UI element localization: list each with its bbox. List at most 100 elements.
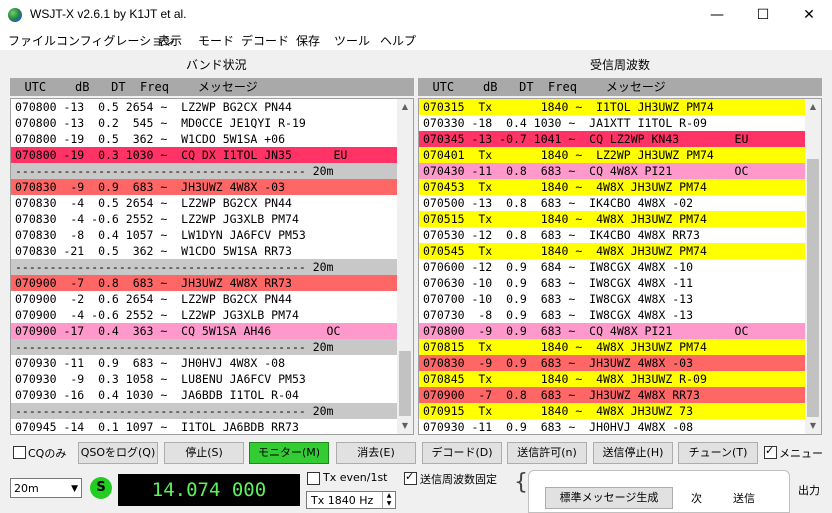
- title-bar: WSJT-X v2.6.1 by K1JT et al. — ☐ ✕: [0, 0, 832, 30]
- minimize-button[interactable]: —: [694, 0, 740, 30]
- generate-std-msgs-button[interactable]: 標準メッセージ生成: [545, 487, 673, 509]
- tx-messages-tab: 標準メッセージ生成 次 送信: [528, 470, 790, 513]
- decode-row[interactable]: 070800 -13 0.2 545 ~ MD0CCE JE1QYI R-19: [11, 115, 397, 131]
- hold-tx-freq-checkbox[interactable]: [404, 470, 417, 485]
- decode-row[interactable]: 070830 -4 0.5 2654 ~ LZ2WP BG2CX PN44: [11, 195, 397, 211]
- decode-row[interactable]: 070430 -11 0.8 683 ~ CQ 4W8X PI21 OC: [419, 163, 805, 179]
- scroll-thumb[interactable]: [399, 351, 411, 416]
- band-activity-list[interactable]: 070800 -13 0.5 2654 ~ LZ2WP BG2CX PN44 07…: [10, 98, 414, 435]
- maximize-button[interactable]: ☐: [740, 0, 786, 30]
- tx-frequency-value: Tx 1840 Hz: [311, 494, 374, 507]
- enable-tx-button[interactable]: 送信許可(n): [507, 442, 587, 464]
- menus-label: メニュー: [779, 447, 823, 460]
- decode-row[interactable]: 070900 -7 0.8 683 ~ JH3UWZ 4W8X RR73: [11, 275, 397, 291]
- decode-row[interactable]: 070630 -10 0.9 683 ~ IW8CGX 4W8X -11: [419, 275, 805, 291]
- decode-row[interactable]: 070730 -8 0.9 683 ~ IW8CGX 4W8X -13: [419, 307, 805, 323]
- band-select[interactable]: 20m ▼: [10, 478, 82, 498]
- hold-tx-freq-label: 送信周波数固定: [420, 473, 497, 486]
- decode-row[interactable]: 070930 -9 0.3 1058 ~ LU8ENU JA6FCV PM53: [11, 371, 397, 387]
- band-separator-row[interactable]: ----------------------------------------…: [11, 403, 397, 419]
- decode-row[interactable]: 070930 -11 0.9 683 ~ JH0HVJ 4W8X -08: [419, 419, 805, 434]
- next-column-label: 次: [691, 492, 702, 505]
- decode-row[interactable]: 070800 -9 0.9 683 ~ CQ 4W8X PI21 OC: [419, 323, 805, 339]
- scroll-down-icon[interactable]: ▼: [397, 418, 413, 434]
- cq-only-label: CQのみ: [28, 447, 67, 460]
- band-activity-title: バンド状況: [186, 58, 247, 72]
- decode-row[interactable]: 070945 -14 0.1 1097 ~ I1TOL JA6BDB RR73: [11, 419, 397, 434]
- decode-row[interactable]: 070830 -21 0.5 362 ~ W1CDO 5W1SA RR73: [11, 243, 397, 259]
- decode-row[interactable]: 070600 -12 0.9 684 ~ IW8CGX 4W8X -10: [419, 259, 805, 275]
- app-logo-icon: [8, 8, 22, 22]
- menu-decode[interactable]: デコード: [241, 32, 289, 49]
- cq-only-checkbox[interactable]: [13, 446, 26, 459]
- decode-row[interactable]: 070830 -9 0.9 683 ~ JH3UWZ 4W8X -03: [419, 355, 805, 371]
- spin-down-icon[interactable]: ▼: [382, 500, 395, 508]
- band-separator-row[interactable]: ----------------------------------------…: [11, 163, 397, 179]
- decode-row[interactable]: 070530 -12 0.8 683 ~ IK4CBO 4W8X RR73: [419, 227, 805, 243]
- scroll-thumb[interactable]: [807, 159, 819, 417]
- dial-frequency-display: 14.074 000: [118, 474, 300, 506]
- menu-save[interactable]: 保存: [296, 32, 320, 49]
- decode-row[interactable]: 070800 -19 0.3 1030 ~ CQ DX I1TOL JN35 E…: [11, 147, 397, 163]
- decode-row[interactable]: 070315 Tx 1840 ~ I1TOL JH3UWZ PM74: [419, 99, 805, 115]
- tx-even-checkbox[interactable]: [307, 472, 320, 485]
- decode-row[interactable]: 070815 Tx 1840 ~ 4W8X JH3UWZ PM74: [419, 339, 805, 355]
- decode-row[interactable]: 070345 -13 -0.7 1041 ~ CQ LZ2WP KN43 EU: [419, 131, 805, 147]
- rx-frequency-header: UTC dB DT Freq メッセージ: [418, 78, 822, 96]
- tx-even-label: Tx even/1st: [323, 471, 388, 484]
- band-activity-header: UTC dB DT Freq メッセージ: [10, 78, 414, 96]
- decode-row[interactable]: 070545 Tx 1840 ~ 4W8X JH3UWZ PM74: [419, 243, 805, 259]
- rx-frequency-scrollbar[interactable]: ▲ ▼: [805, 99, 821, 434]
- menu-mode[interactable]: モード: [198, 32, 234, 49]
- decode-row[interactable]: 070915 Tx 1840 ~ 4W8X JH3UWZ 73: [419, 403, 805, 419]
- brace-decoration: {: [514, 470, 528, 495]
- tune-button[interactable]: チューン(T): [678, 442, 758, 464]
- menu-help[interactable]: ヘルプ: [380, 32, 416, 49]
- decode-row[interactable]: 070930 -11 0.9 683 ~ JH0HVJ 4W8X -08: [11, 355, 397, 371]
- menus-checkbox[interactable]: [764, 444, 777, 459]
- decode-button[interactable]: デコード(D): [422, 442, 502, 464]
- scroll-up-icon[interactable]: ▲: [805, 99, 821, 115]
- menu-bar: ファイル コンフィグレーション 表示 モード デコード 保存 ツール ヘルプ: [0, 30, 832, 50]
- stop-button[interactable]: 停止(S): [164, 442, 244, 464]
- band-separator-row[interactable]: ----------------------------------------…: [11, 259, 397, 275]
- decode-row[interactable]: 070800 -13 0.5 2654 ~ LZ2WP BG2CX PN44: [11, 99, 397, 115]
- log-qso-button[interactable]: QSOをログ(Q): [78, 442, 158, 464]
- decode-row[interactable]: 070845 Tx 1840 ~ 4W8X JH3UWZ R-09: [419, 371, 805, 387]
- decode-row[interactable]: 070900 -4 -0.6 2552 ~ LZ2WP JG3XLB PM74: [11, 307, 397, 323]
- decode-row[interactable]: 070830 -9 0.9 683 ~ JH3UWZ 4W8X -03: [11, 179, 397, 195]
- band-activity-scrollbar[interactable]: ▲ ▼: [397, 99, 413, 434]
- menu-file[interactable]: ファイル: [8, 32, 56, 49]
- decode-row[interactable]: 070830 -4 -0.6 2552 ~ LZ2WP JG3XLB PM74: [11, 211, 397, 227]
- send-column-label: 送信: [733, 492, 755, 505]
- halt-tx-button[interactable]: 送信停止(H): [593, 442, 673, 464]
- menu-tools[interactable]: ツール: [334, 32, 370, 49]
- status-badge: S: [90, 477, 112, 499]
- erase-button[interactable]: 消去(E): [336, 442, 416, 464]
- scroll-down-icon[interactable]: ▼: [805, 418, 821, 434]
- spin-up-icon[interactable]: ▲: [382, 492, 395, 500]
- decode-row[interactable]: 070930 -16 0.4 1030 ~ JA6BDB I1TOL R-04: [11, 387, 397, 403]
- rx-frequency-list[interactable]: 070315 Tx 1840 ~ I1TOL JH3UWZ PM74 070330…: [418, 98, 822, 435]
- decode-row[interactable]: 070453 Tx 1840 ~ 4W8X JH3UWZ PM74: [419, 179, 805, 195]
- tx-frequency-spinbox[interactable]: Tx 1840 Hz ▲ ▼: [306, 491, 396, 509]
- chevron-down-icon: ▼: [71, 484, 78, 494]
- decode-row[interactable]: 070330 -18 0.4 1030 ~ JA1XTT I1TOL R-09: [419, 115, 805, 131]
- decode-row[interactable]: 070800 -19 0.5 362 ~ W1CDO 5W1SA +06: [11, 131, 397, 147]
- decode-row[interactable]: 070515 Tx 1840 ~ 4W8X JH3UWZ PM74: [419, 211, 805, 227]
- close-button[interactable]: ✕: [786, 0, 832, 30]
- decode-row[interactable]: 070830 -8 0.4 1057 ~ LW1DYN JA6FCV PM53: [11, 227, 397, 243]
- band-separator-row[interactable]: ----------------------------------------…: [11, 339, 397, 355]
- decode-row[interactable]: 070900 -17 0.4 363 ~ CQ 5W1SA AH46 OC: [11, 323, 397, 339]
- menu-view[interactable]: 表示: [158, 32, 182, 49]
- rx-frequency-title: 受信周波数: [590, 58, 651, 72]
- scroll-up-icon[interactable]: ▲: [397, 99, 413, 115]
- monitor-button[interactable]: モニター(M): [249, 442, 329, 464]
- decode-row[interactable]: 070401 Tx 1840 ~ LZ2WP JH3UWZ PM74: [419, 147, 805, 163]
- decode-row[interactable]: 070900 -7 0.8 683 ~ JH3UWZ 4W8X RR73: [419, 387, 805, 403]
- decode-row[interactable]: 070900 -2 0.6 2654 ~ LZ2WP BG2CX PN44: [11, 291, 397, 307]
- band-select-value: 20m: [14, 482, 39, 495]
- decode-row[interactable]: 070500 -13 0.8 683 ~ IK4CBO 4W8X -02: [419, 195, 805, 211]
- decode-row[interactable]: 070700 -10 0.9 683 ~ IW8CGX 4W8X -13: [419, 291, 805, 307]
- output-label: 出力: [798, 484, 820, 497]
